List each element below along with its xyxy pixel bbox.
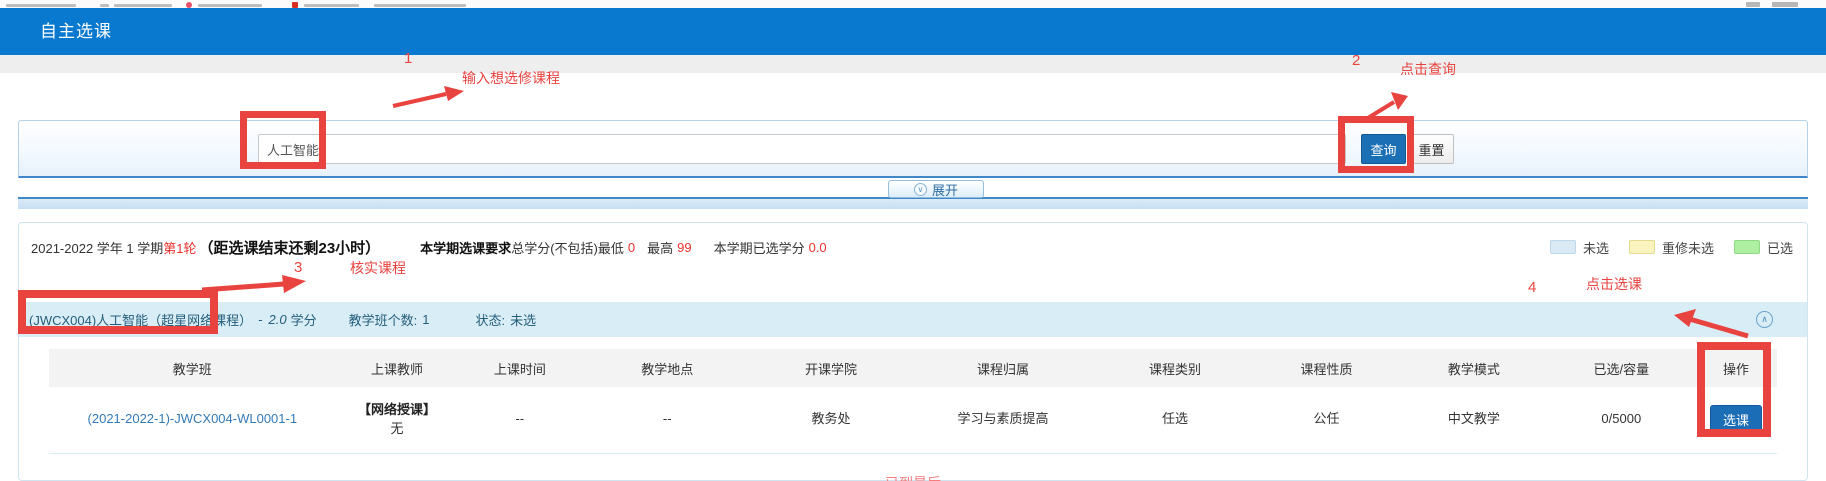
- cell-college: 教务处: [753, 387, 909, 453]
- course-group-bar[interactable]: (JWCX004)人工智能（超星网络课程） - 2.0 学分 教学班个数: 1 …: [19, 302, 1807, 337]
- teacher-tag: 【网络授课】: [336, 401, 459, 420]
- step3-number: 3: [294, 259, 302, 276]
- requirement-text: 总学分(不包括)最低: [511, 238, 624, 257]
- col-header-action: 操作: [1695, 349, 1777, 387]
- step2-number: 2: [1352, 52, 1360, 69]
- table-row: (2021-2022-1)-JWCX004-WL0001-1 【网络授课】 无 …: [49, 387, 1777, 453]
- step1-arrow-icon: [390, 84, 466, 110]
- step4-label: 点击选课: [1586, 274, 1642, 294]
- page-title: 自主选课: [40, 8, 112, 55]
- col-header-category: 课程类别: [1097, 349, 1253, 387]
- query-button[interactable]: 查询: [1361, 134, 1406, 164]
- selected-credits-value: 0.0: [809, 240, 827, 255]
- cell-belong: 学习与素质提高: [909, 387, 1097, 453]
- legend-item-retake: 重修未选: [1629, 238, 1714, 257]
- bookmark-item[interactable]: [114, 4, 172, 7]
- bookmark-item[interactable]: [198, 4, 262, 7]
- browser-menu-icon[interactable]: [1772, 2, 1798, 7]
- cell-class-code: (2021-2022-1)-JWCX004-WL0001-1: [49, 387, 336, 453]
- col-header-time: 上课时间: [458, 349, 581, 387]
- course-search-input[interactable]: [258, 134, 1346, 164]
- step2-arrow-icon: [1358, 90, 1410, 124]
- app-header: 自主选课: [0, 8, 1826, 55]
- chevron-down-icon: ∨: [914, 183, 927, 196]
- step3-label: 核实课程: [350, 258, 406, 278]
- col-header-nature: 课程性质: [1253, 349, 1400, 387]
- search-panel: 查询 重置: [18, 120, 1808, 178]
- min-credits-value: 0: [628, 240, 635, 255]
- countdown-text: （距选课结束还剩23小时）: [198, 237, 380, 258]
- class-count-label: 教学班个数:: [349, 310, 418, 329]
- step2-label: 点击查询: [1400, 59, 1456, 79]
- class-table: 教学班 上课教师 上课时间 教学地点 开课学院 课程归属 课程类别 课程性质 教…: [49, 349, 1777, 454]
- cell-time: --: [458, 387, 581, 453]
- semester-text: 2021-2022 学年 1 学期: [31, 238, 163, 257]
- cell-teacher: 【网络授课】 无: [336, 387, 459, 453]
- col-header-capacity: 已选/容量: [1548, 349, 1695, 387]
- course-status-value: 未选: [510, 310, 536, 329]
- retake-label: 重修未选: [1662, 238, 1714, 257]
- col-header-belong: 课程归属: [909, 349, 1097, 387]
- unselected-label: 未选: [1583, 238, 1609, 257]
- other-bookmarks-icon[interactable]: [1746, 2, 1760, 7]
- course-status-label: 状态:: [475, 310, 505, 329]
- semester-status-row: 2021-2022 学年 1 学期 第1轮 （距选课结束还剩23小时） 本学期选…: [31, 235, 1793, 259]
- col-header-class: 教学班: [49, 349, 336, 387]
- table-header-row: 教学班 上课教师 上课时间 教学地点 开课学院 课程归属 课程类别 课程性质 教…: [49, 349, 1777, 387]
- legend-item-selected: 已选: [1734, 238, 1793, 257]
- cell-nature: 公任: [1253, 387, 1400, 453]
- cell-action: 选课: [1695, 387, 1777, 453]
- course-credits-unit: 学分: [291, 310, 317, 329]
- step1-label: 输入想选修课程: [462, 68, 560, 88]
- filter-panel-footer: [18, 197, 1808, 209]
- requirement-bold-text: 本学期选课要求: [420, 238, 511, 257]
- cell-category: 任选: [1097, 387, 1253, 453]
- class-count-value: 1: [422, 312, 429, 327]
- expand-toggle[interactable]: ∨ 展开: [888, 180, 984, 198]
- end-of-list-hint: 已到最后: [19, 473, 1807, 481]
- cell-capacity: 0/5000: [1548, 387, 1695, 453]
- max-credits-label: 最高: [647, 238, 673, 257]
- round-badge: 第1轮: [163, 238, 196, 257]
- col-header-mode: 教学模式: [1400, 349, 1547, 387]
- selected-swatch: [1734, 240, 1760, 254]
- expand-label: 展开: [932, 180, 958, 199]
- course-credits: 2.0: [269, 312, 287, 327]
- cell-location: --: [581, 387, 753, 453]
- col-header-action-label: 操作: [1723, 362, 1749, 377]
- selected-label: 已选: [1767, 238, 1793, 257]
- collapse-chevron-up-icon[interactable]: ∧: [1756, 311, 1773, 328]
- folder-icon: [100, 4, 109, 7]
- retake-swatch: [1629, 240, 1655, 254]
- bookmark-item[interactable]: [304, 4, 359, 7]
- teacher-name: 无: [391, 421, 404, 436]
- results-panel: 2021-2022 学年 1 学期 第1轮 （距选课结束还剩23小时） 本学期选…: [18, 222, 1808, 481]
- select-course-button[interactable]: 选课: [1710, 405, 1762, 435]
- legend: 未选 重修未选 已选: [1530, 238, 1793, 257]
- col-header-teacher: 上课教师: [336, 349, 459, 387]
- bookmark-item[interactable]: [6, 4, 76, 7]
- class-table-wrap: 教学班 上课教师 上课时间 教学地点 开课学院 课程归属 课程类别 课程性质 教…: [49, 349, 1777, 454]
- course-separator: -: [258, 312, 262, 327]
- col-header-college: 开课学院: [753, 349, 909, 387]
- unselected-swatch: [1550, 240, 1576, 254]
- bookmark-item[interactable]: [374, 4, 466, 7]
- step1-number: 1: [404, 50, 412, 67]
- col-header-location: 教学地点: [581, 349, 753, 387]
- class-code-link[interactable]: (2021-2022-1)-JWCX004-WL0001-1: [88, 411, 298, 426]
- selected-credits-label: 本学期已选学分: [714, 238, 805, 257]
- browser-bookmarks-bar: [0, 0, 1826, 8]
- max-credits-value: 99: [677, 240, 691, 255]
- legend-item-unselected: 未选: [1550, 238, 1609, 257]
- reset-button[interactable]: 重置: [1409, 134, 1454, 164]
- step4-number: 4: [1528, 279, 1536, 296]
- course-title: (JWCX004)人工智能（超星网络课程）: [29, 310, 252, 329]
- sub-header-strip: [0, 55, 1826, 73]
- cell-mode: 中文教学: [1400, 387, 1547, 453]
